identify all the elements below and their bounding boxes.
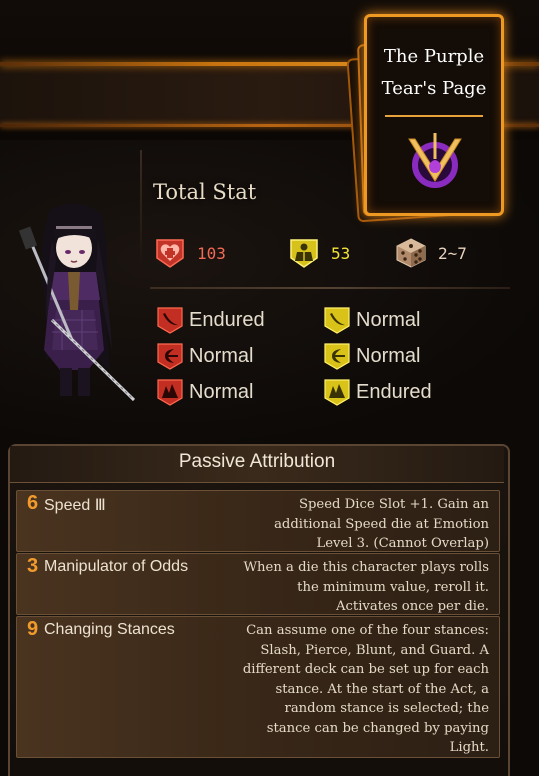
stagger-stat: 53 — [287, 236, 350, 270]
hp-resist-blunt-label: Normal — [189, 380, 254, 403]
hp-value: 103 — [197, 243, 226, 263]
slash-resist-icon — [156, 306, 184, 334]
page-title-rule — [385, 115, 483, 117]
pierce-resist-icon — [156, 342, 184, 370]
hp-resist-slash-label: Endured — [189, 308, 265, 331]
passive-desc: Speed Dice Slot +1. Gain an additional S… — [274, 497, 489, 551]
stagger-resist-pierce-label: Normal — [356, 344, 421, 367]
passive-name: Manipulator of Odds — [44, 558, 189, 575]
hp-resist-blunt: Normal — [156, 377, 253, 407]
hp-resist-pierce: Normal — [156, 341, 253, 371]
stagger-resist-slash-label: Normal — [356, 308, 421, 331]
page-card-front: The Purple Tear's Page — [364, 14, 504, 216]
passive-name: Changing Stances — [44, 621, 175, 638]
speed-stat: 2~7 — [394, 236, 467, 270]
horizontal-divider — [150, 287, 510, 289]
total-stat-label: Total Stat — [153, 180, 257, 204]
passive-desc: When a die this character plays rolls th… — [243, 560, 490, 614]
passive-item-stances[interactable]: 9 Changing Stances Can assume one of the… — [16, 616, 500, 758]
hp-resist-slash: Endured — [156, 305, 265, 335]
passive-cost: 9 — [27, 618, 39, 640]
dice-icon — [394, 236, 428, 270]
passive-title: Passive Attribution — [178, 451, 336, 472]
heart-icon — [153, 236, 187, 270]
stagger-resist-pierce: Normal — [323, 341, 420, 371]
passive-cost: 3 — [27, 555, 39, 577]
blunt-resist-icon — [156, 378, 184, 406]
passive-desc: Can assume one of the four stances: Slas… — [242, 623, 489, 755]
purple-tear-emblem-icon — [403, 129, 467, 193]
stagger-resist-blunt: Endured — [323, 377, 432, 407]
stagger-resist-slash: Normal — [323, 305, 420, 335]
passive-item-speed[interactable]: 6 Speed Ⅲ Speed Dice Slot +1. Gain an ad… — [16, 490, 500, 552]
passive-item-manipulator[interactable]: 3 Manipulator of Odds When a die this ch… — [16, 553, 500, 615]
slash-resist-icon — [323, 306, 351, 334]
speed-value: 2~7 — [438, 243, 467, 263]
hp-resist-pierce-label: Normal — [189, 344, 254, 367]
stagger-resist-blunt-label: Endured — [356, 380, 432, 403]
character-portrait — [12, 200, 142, 420]
hp-stat: 103 — [153, 236, 226, 270]
stagger-icon — [287, 236, 321, 270]
pierce-resist-icon — [323, 342, 351, 370]
page-title: The Purple Tear's Page — [381, 46, 487, 99]
passive-name: Speed Ⅲ — [44, 497, 106, 514]
passive-cost: 6 — [27, 492, 39, 514]
stagger-value: 53 — [331, 243, 351, 263]
blunt-resist-icon — [323, 378, 351, 406]
page-card[interactable]: The Purple Tear's Page — [346, 14, 504, 223]
